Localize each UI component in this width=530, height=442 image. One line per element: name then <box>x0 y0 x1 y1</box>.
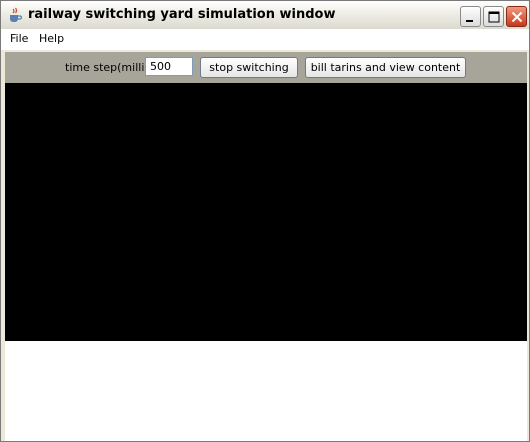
time-step-label: time step(millis) <box>65 61 155 74</box>
title-bar[interactable]: railway switching yard simulation window <box>1 1 529 30</box>
bill-trains-button[interactable]: bill tarins and view content <box>305 57 466 78</box>
control-toolbar: time step(millis) 500 stop switching bil… <box>5 52 527 83</box>
stop-switching-button[interactable]: stop switching <box>200 57 298 78</box>
close-button[interactable] <box>506 6 527 27</box>
minimize-icon <box>466 20 473 22</box>
app-window: railway switching yard simulation window… <box>0 0 530 442</box>
maximize-button[interactable] <box>483 6 504 27</box>
maximize-icon <box>488 11 500 23</box>
minimize-button[interactable] <box>460 6 481 27</box>
menu-bar: File Help <box>1 29 529 50</box>
window-title: railway switching yard simulation window <box>28 7 336 22</box>
close-icon <box>511 11 523 23</box>
time-step-input[interactable]: 500 <box>145 57 193 76</box>
menu-help[interactable]: Help <box>39 32 64 45</box>
java-cup-icon <box>7 7 23 23</box>
output-area[interactable] <box>5 341 527 441</box>
menu-file[interactable]: File <box>10 32 28 45</box>
simulation-canvas[interactable] <box>5 83 527 341</box>
